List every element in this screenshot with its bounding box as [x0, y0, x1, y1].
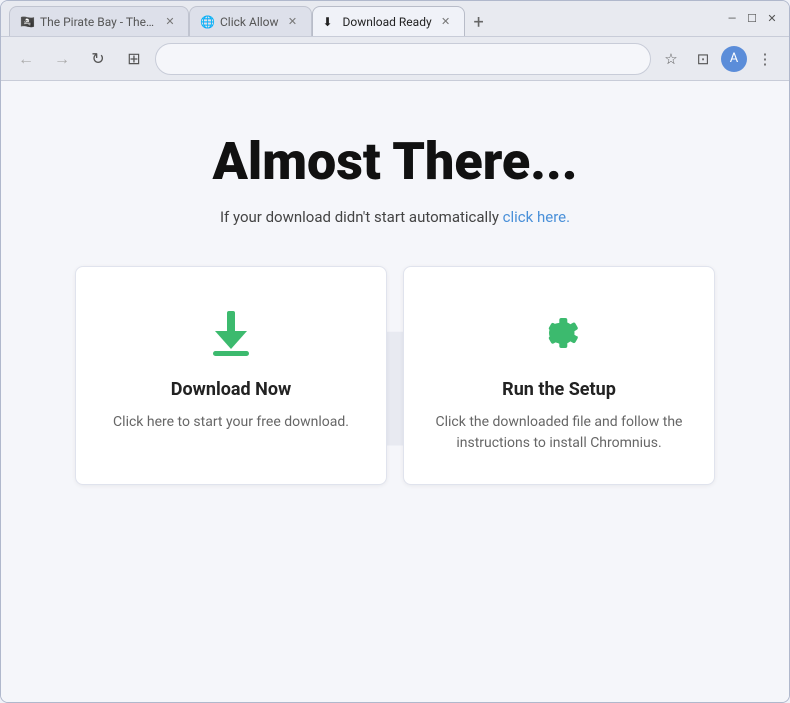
browser-window: 🏴‍☠️ The Pirate Bay - The galaxy's m... … [0, 0, 790, 703]
run-setup-title: Run the Setup [502, 379, 616, 400]
subtitle-text: If your download didn't start automatica… [220, 208, 503, 226]
nav-bar: ← → ↻ ⊞ ☆ ⊡ A ⋮ [1, 37, 789, 81]
tab-favicon-clickallow: 🌐 [200, 15, 214, 29]
tab-clickallow[interactable]: 🌐 Click Allow ✕ [189, 6, 312, 36]
maximize-button[interactable]: ☐ [743, 10, 761, 28]
tab-close-piratebay[interactable]: ✕ [162, 14, 178, 30]
profile-avatar[interactable]: A [721, 46, 747, 72]
window-controls: — ☐ ✕ [723, 10, 781, 28]
tab-close-clickallow[interactable]: ✕ [285, 14, 301, 30]
download-now-title: Download Now [171, 379, 291, 400]
extensions-panel-button[interactable]: ⊡ [689, 45, 717, 73]
address-bar[interactable] [155, 43, 651, 75]
tab-downloadready[interactable]: ⬇ Download Ready ✕ [312, 6, 465, 36]
gear-icon [529, 303, 589, 363]
tab-title-piratebay: The Pirate Bay - The galaxy's m... [40, 15, 156, 29]
download-icon [201, 303, 261, 363]
main-title: Almost There... [213, 131, 578, 192]
download-now-desc: Click here to start your free download. [113, 412, 349, 433]
cards-row: Download Now Click here to start your fr… [75, 266, 715, 485]
page-content: OFF Almost There... If your download did… [1, 81, 789, 702]
subtitle: If your download didn't start automatica… [220, 208, 570, 226]
title-bar: 🏴‍☠️ The Pirate Bay - The galaxy's m... … [1, 1, 789, 37]
tab-close-downloadready[interactable]: ✕ [438, 14, 454, 30]
tab-piratebay[interactable]: 🏴‍☠️ The Pirate Bay - The galaxy's m... … [9, 6, 189, 36]
back-button[interactable]: ← [11, 44, 41, 74]
nav-right-icons: ☆ ⊡ A ⋮ [657, 45, 779, 73]
forward-button[interactable]: → [47, 44, 77, 74]
minimize-button[interactable]: — [723, 10, 741, 28]
extensions-button[interactable]: ⊞ [119, 44, 149, 74]
tab-title-clickallow: Click Allow [220, 15, 279, 29]
tab-favicon-piratebay: 🏴‍☠️ [20, 15, 34, 29]
run-setup-desc: Click the downloaded file and follow the… [434, 412, 684, 454]
bookmark-button[interactable]: ☆ [657, 45, 685, 73]
click-here-link[interactable]: click here. [503, 208, 570, 226]
menu-button[interactable]: ⋮ [751, 45, 779, 73]
download-now-card[interactable]: Download Now Click here to start your fr… [75, 266, 387, 485]
tab-title-downloadready: Download Ready [343, 15, 432, 29]
new-tab-button[interactable]: + [465, 8, 493, 36]
close-button[interactable]: ✕ [763, 10, 781, 28]
tabs-row: 🏴‍☠️ The Pirate Bay - The galaxy's m... … [9, 1, 715, 36]
content-wrapper: Almost There... If your download didn't … [1, 81, 789, 515]
run-setup-card[interactable]: Run the Setup Click the downloaded file … [403, 266, 715, 485]
tab-favicon-downloadready: ⬇ [323, 15, 337, 29]
reload-button[interactable]: ↻ [83, 44, 113, 74]
